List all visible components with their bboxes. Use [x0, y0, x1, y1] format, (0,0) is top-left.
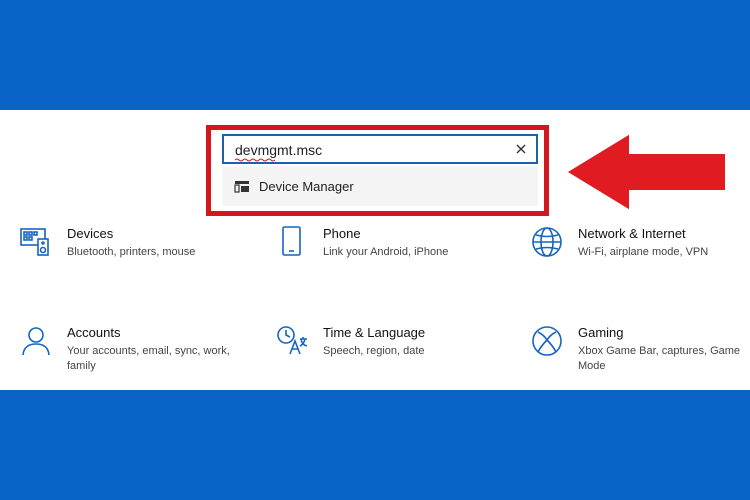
- tile-title: Accounts: [67, 325, 121, 340]
- tile-description: Xbox Game Bar, captures, Game Mode: [578, 345, 741, 372]
- tile-description: Link your Android, iPhone: [323, 246, 449, 258]
- xbox-icon: [532, 326, 562, 356]
- tile-title: Phone: [323, 226, 361, 241]
- tile-title: Time & Language: [323, 325, 426, 340]
- tile-description: Bluetooth, printers, mouse: [67, 246, 196, 258]
- globe-icon: [532, 227, 562, 257]
- highlight-box: [206, 125, 549, 216]
- tile-description: Wi-Fi, airplane mode, VPN: [578, 246, 709, 258]
- phone-icon: [282, 226, 301, 256]
- tile-title: Devices: [67, 226, 114, 241]
- tile-title: Gaming: [578, 325, 624, 340]
- tile-title: Network & Internet: [578, 226, 686, 241]
- devices-icon: [20, 228, 49, 256]
- red-arrow-icon: [564, 131, 727, 213]
- tile-description: Your accounts, email, sync, work, family: [67, 345, 230, 372]
- time-language-icon: [277, 326, 308, 355]
- tile-description: Speech, region, date: [323, 345, 425, 357]
- person-icon: [22, 327, 50, 356]
